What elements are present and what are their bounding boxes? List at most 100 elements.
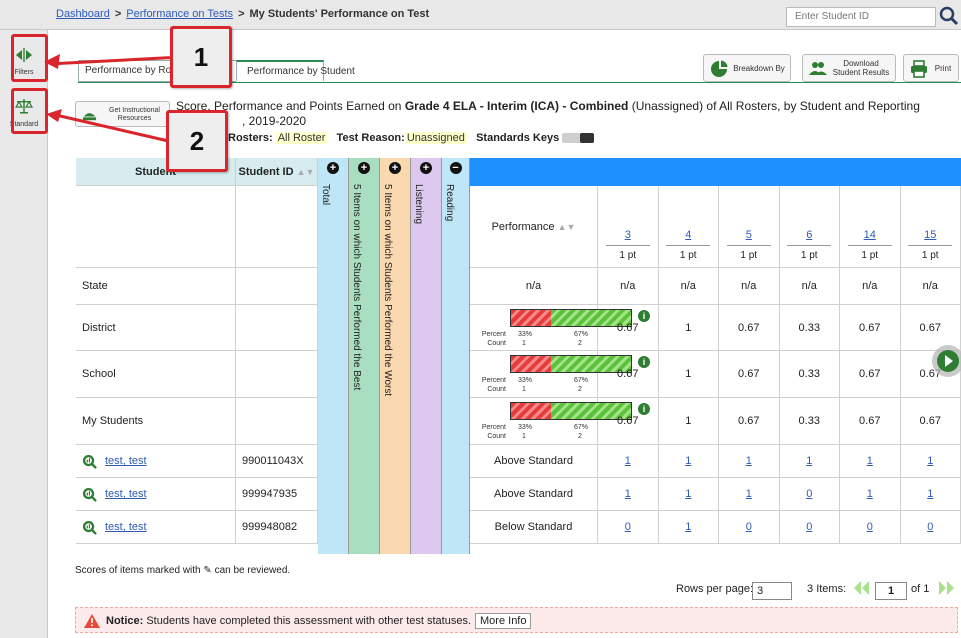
category-reading-label: Reading	[444, 184, 455, 222]
expand-icon[interactable]: +	[358, 162, 370, 174]
count-low: 1	[522, 433, 526, 440]
percent-low: 33%	[518, 331, 533, 338]
student-item-score: 1	[779, 445, 840, 478]
breadcrumb-dashboard[interactable]: Dashboard	[56, 8, 110, 20]
category-column-worst[interactable]: + 5 Items on which Students Performed th…	[380, 158, 411, 554]
review-note-prefix: Scores of items marked with	[75, 565, 201, 576]
item-score-link[interactable]: 0	[806, 488, 812, 500]
prev-page-button[interactable]	[853, 580, 871, 599]
heading-suffix: (Unassigned) of All Rosters, by Student …	[631, 99, 920, 113]
magnify-icon[interactable]	[82, 487, 97, 502]
item-score-link[interactable]: 1	[685, 455, 691, 467]
item-score-link[interactable]: 0	[867, 521, 873, 533]
search-button[interactable]	[938, 5, 960, 27]
expand-icon[interactable]: +	[389, 162, 401, 174]
below-standard-segment	[511, 356, 551, 372]
percent-high: 67%	[574, 377, 589, 384]
aggregate-row-name: School	[76, 351, 236, 398]
item-score-link[interactable]: 1	[927, 455, 933, 467]
percent-low: 33%	[518, 377, 533, 384]
count-label: Count	[487, 433, 506, 440]
item-score-link[interactable]: 1	[746, 455, 752, 467]
item-score-link[interactable]: 1	[927, 488, 933, 500]
aggregate-item-score: 0.67	[719, 305, 780, 351]
category-column-listening[interactable]: + Listening	[411, 158, 442, 554]
item-column-header: 6 1 pt	[779, 186, 840, 268]
breadcrumb-performance-on-tests[interactable]: Performance on Tests	[126, 8, 233, 20]
item-score-link[interactable]: 1	[806, 455, 812, 467]
item-number-link[interactable]: 3	[625, 229, 631, 241]
item-score-link[interactable]: 1	[746, 488, 752, 500]
student-name-link[interactable]: test, test	[105, 521, 147, 533]
filter-summary: Rosters: All Roster Test Reason: Unassign…	[228, 132, 595, 144]
page-number-input[interactable]: 1	[875, 582, 907, 600]
item-score-link[interactable]: 1	[685, 488, 691, 500]
category-column-reading[interactable]: − Reading	[442, 158, 470, 554]
perf-row-labels: Percent Count	[476, 376, 506, 394]
breakdown-by-button[interactable]: Breakdown By	[703, 54, 791, 82]
item-points: 1 pt	[908, 245, 953, 261]
item-number-link[interactable]: 5	[746, 229, 752, 241]
tab-performance-by-student[interactable]: Performance by Student	[236, 60, 355, 82]
collapse-icon[interactable]: −	[449, 162, 462, 174]
aggregate-item-score: n/a	[658, 268, 719, 305]
rows-per-page-input[interactable]: 3	[752, 582, 792, 600]
aggregate-item-score: 1	[658, 398, 719, 445]
count-label: Count	[487, 386, 506, 393]
item-score-link[interactable]: 1	[685, 521, 691, 533]
item-score-link[interactable]: 0	[927, 521, 933, 533]
item-score-link[interactable]: 1	[625, 455, 631, 467]
student-item-score: 0	[900, 511, 961, 544]
student-item-score: 0	[840, 511, 901, 544]
item-number-link[interactable]: 6	[806, 229, 812, 241]
breadcrumb-separator: >	[114, 8, 122, 20]
performance-bar-cell: i Percent Count 33% 1 67% 2	[470, 305, 650, 351]
item-number-link[interactable]: 14	[864, 229, 876, 241]
item-score-link[interactable]: 1	[867, 455, 873, 467]
aggregate-row-id	[236, 351, 318, 398]
rosters-label: Rosters:	[228, 132, 273, 144]
download-label: Download Student Results	[831, 59, 891, 77]
standards-keys-toggle[interactable]	[562, 133, 595, 144]
student-name-link[interactable]: test, test	[105, 488, 147, 500]
percent-label: Percent	[481, 424, 506, 431]
aggregate-item-score: n/a	[779, 268, 840, 305]
more-info-button[interactable]: More Info	[475, 613, 532, 629]
student-id-column-header[interactable]: Student ID ▲▼	[236, 158, 318, 186]
student-name-link[interactable]: test, test	[105, 455, 147, 467]
item-number-link[interactable]: 4	[685, 229, 691, 241]
pencil-icon: ✎	[203, 565, 212, 576]
item-score-link[interactable]: 0	[625, 521, 631, 533]
student-id-search-input[interactable]: Enter Student ID	[786, 7, 936, 27]
reading-header-band	[470, 158, 961, 186]
notice-text: Students have completed this assessment …	[146, 615, 472, 627]
aggregate-item-score: 0.67	[598, 398, 659, 445]
category-total-label: Total	[320, 184, 331, 206]
magnify-icon[interactable]	[82, 454, 97, 469]
download-label-line1: Download	[843, 59, 879, 68]
review-note: Scores of items marked with ✎ can be rev…	[75, 565, 290, 576]
perf-row-labels: Percent Count	[476, 423, 506, 441]
item-number-link[interactable]: 15	[924, 229, 936, 241]
header-spacer	[236, 186, 318, 268]
next-page-button[interactable]	[937, 580, 955, 599]
student-name-cell: test, test	[76, 445, 236, 478]
performance-column-header[interactable]: Performance ▲▼	[470, 186, 598, 268]
magnify-icon[interactable]	[82, 520, 97, 535]
expand-icon[interactable]: +	[327, 162, 339, 174]
print-button[interactable]: Print	[903, 54, 959, 82]
expand-icon[interactable]: +	[420, 162, 432, 174]
download-student-results-button[interactable]: Download Student Results	[802, 54, 896, 82]
item-points: 1 pt	[726, 245, 771, 261]
item-score-link[interactable]: 0	[746, 521, 752, 533]
item-score-link[interactable]: 1	[625, 488, 631, 500]
count-low: 1	[522, 340, 526, 347]
items-count: 3 Items:	[807, 583, 846, 595]
item-score-link[interactable]: 1	[867, 488, 873, 500]
category-column-best[interactable]: + 5 Items on which Students Performed th…	[349, 158, 380, 554]
category-column-total[interactable]: + Total	[318, 158, 349, 554]
rosters-value: All Roster	[275, 132, 328, 144]
aggregate-item-score: 0.67	[719, 398, 780, 445]
scroll-right-button[interactable]	[932, 345, 961, 377]
item-score-link[interactable]: 0	[806, 521, 812, 533]
